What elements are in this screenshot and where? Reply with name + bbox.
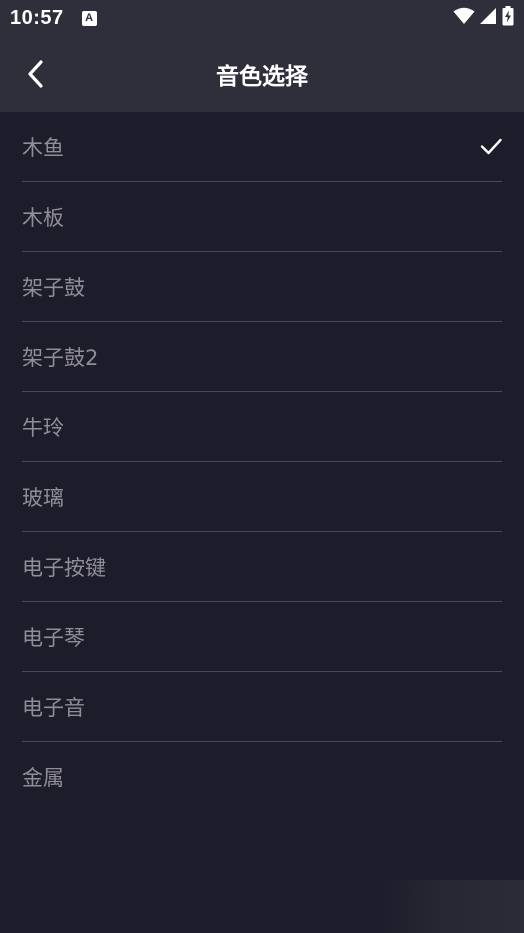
list-item-dianziqin[interactable]: 电子琴 — [22, 602, 502, 672]
list-item-label: 架子鼓 — [22, 275, 85, 300]
list-item-jinshu[interactable]: 金属 — [22, 742, 502, 812]
list-item-niuling[interactable]: 牛玲 — [22, 392, 502, 462]
list-item-jiazigu[interactable]: 架子鼓 — [22, 252, 502, 322]
list-item-dianziyin[interactable]: 电子音 — [22, 672, 502, 742]
list-item-label: 电子按键 — [22, 555, 106, 580]
status-bar: 10:57 A — [0, 0, 524, 36]
list-item-label: 牛玲 — [22, 415, 64, 440]
page-title: 音色选择 — [216, 64, 308, 90]
header: 音色选择 — [0, 36, 524, 112]
list-item-label: 电子琴 — [22, 625, 85, 650]
list-item-muyu[interactable]: 木鱼 — [22, 112, 502, 182]
chevron-left-icon — [28, 60, 43, 88]
list-item-muban[interactable]: 木板 — [22, 182, 502, 252]
status-time: 10:57 — [10, 6, 64, 29]
list-item-label: 玻璃 — [22, 485, 64, 510]
timbre-list: 木鱼 木板 架子鼓 架子鼓2 牛玲 玻璃 电子按键 电子琴 电子音 金属 — [0, 112, 524, 812]
decorative-overlay — [380, 880, 524, 933]
list-item-dianzi-anjian[interactable]: 电子按键 — [22, 532, 502, 602]
list-item-label: 电子音 — [22, 695, 85, 720]
notification-badge-icon: A — [81, 10, 97, 26]
list-item-jiazigu2[interactable]: 架子鼓2 — [22, 322, 502, 392]
wifi-icon — [453, 7, 475, 29]
list-item-label: 木鱼 — [22, 135, 64, 160]
check-icon — [480, 138, 502, 155]
list-item-label: 金属 — [22, 766, 64, 790]
back-button[interactable] — [14, 52, 58, 96]
signal-icon — [480, 7, 497, 29]
list-item-boli[interactable]: 玻璃 — [22, 462, 502, 532]
list-item-label: 架子鼓2 — [22, 345, 99, 370]
list-item-label: 木板 — [22, 205, 64, 230]
status-icons — [453, 6, 514, 30]
battery-charging-icon — [502, 6, 514, 30]
